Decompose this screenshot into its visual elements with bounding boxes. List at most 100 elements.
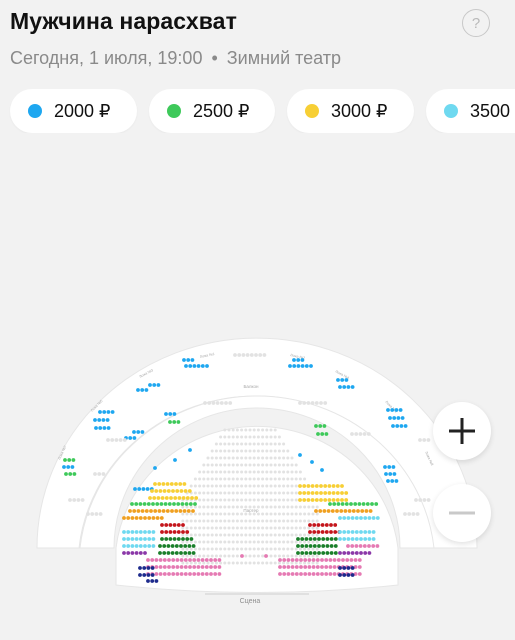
seat[interactable] [311,533,315,537]
seat[interactable] [188,364,193,368]
seat[interactable] [407,512,412,516]
seat[interactable] [398,408,403,412]
seat[interactable] [68,472,73,476]
seat[interactable] [240,463,244,467]
seat[interactable] [248,505,252,509]
seat[interactable] [329,544,334,548]
seat[interactable] [322,424,327,428]
seat[interactable] [304,537,309,541]
seat[interactable] [269,477,273,481]
seat[interactable] [342,537,347,541]
seat[interactable] [153,466,157,470]
seat[interactable] [102,426,107,430]
seat[interactable] [269,449,273,453]
seat[interactable] [252,526,256,530]
seat[interactable] [179,565,184,569]
seat[interactable] [354,537,359,541]
seat[interactable] [277,491,281,495]
seat[interactable] [209,565,213,569]
seat[interactable] [86,512,90,516]
seat[interactable] [214,456,218,460]
seat[interactable] [210,449,214,453]
seat[interactable] [350,544,355,548]
seat[interactable] [235,428,239,432]
seat[interactable] [323,491,328,495]
seat[interactable] [265,540,269,544]
seat[interactable] [269,456,273,460]
seat[interactable] [342,566,347,570]
seat[interactable] [188,565,192,569]
seat[interactable] [231,484,235,488]
seat[interactable] [227,505,231,509]
seat[interactable] [186,509,191,513]
seat[interactable] [261,428,265,432]
seat[interactable] [273,442,277,446]
seat[interactable] [240,519,244,523]
seat[interactable] [227,526,231,530]
seat[interactable] [240,470,244,474]
seat[interactable] [165,509,170,513]
seat[interactable] [206,463,210,467]
seat[interactable] [158,572,163,576]
seat[interactable] [422,498,427,502]
seat[interactable] [261,540,265,544]
seat[interactable] [256,484,260,488]
seat[interactable] [214,533,218,537]
seat[interactable] [304,364,309,368]
seat[interactable] [300,544,305,548]
seat[interactable] [327,498,332,502]
seat[interactable] [335,491,340,495]
seat[interactable] [298,547,302,551]
seat[interactable] [367,530,372,534]
seat[interactable] [350,573,355,577]
seat[interactable] [141,487,146,491]
seat[interactable] [388,416,392,420]
seat[interactable] [132,509,137,513]
seat[interactable] [231,533,235,537]
seat[interactable] [198,498,202,502]
seat[interactable] [206,477,210,481]
seat[interactable] [202,547,206,551]
seat[interactable] [181,530,185,534]
seat[interactable] [282,477,286,481]
seat[interactable] [142,502,147,506]
seat[interactable] [306,498,311,502]
seat[interactable] [315,547,319,551]
seat[interactable] [185,533,189,537]
seat[interactable] [158,551,162,555]
seat[interactable] [68,498,72,502]
seat[interactable] [277,477,281,481]
seat[interactable] [252,435,256,439]
seat[interactable] [244,477,248,481]
seat[interactable] [303,558,308,562]
seat[interactable] [294,491,298,495]
seat[interactable] [311,540,315,544]
seat[interactable] [185,540,189,544]
seat[interactable] [219,519,223,523]
seat[interactable] [278,558,282,562]
seat[interactable] [183,572,188,576]
seat[interactable] [206,540,210,544]
seat[interactable] [136,430,141,434]
seat[interactable] [296,358,301,362]
seat[interactable] [219,533,223,537]
seat[interactable] [227,547,231,551]
seat[interactable] [202,533,206,537]
seat[interactable] [164,537,169,541]
seat[interactable] [282,512,286,516]
seat[interactable] [240,491,244,495]
seat[interactable] [193,491,197,495]
seat[interactable] [158,489,163,493]
seat[interactable] [286,491,290,495]
seat[interactable] [252,512,256,516]
seat[interactable] [269,533,273,537]
seat[interactable] [309,364,313,368]
seat[interactable] [206,519,210,523]
seat[interactable] [324,572,329,576]
seat[interactable] [144,388,149,392]
seat[interactable] [101,418,106,422]
seat[interactable] [160,537,164,541]
seat[interactable] [93,418,97,422]
seat[interactable] [149,509,153,513]
seat[interactable] [292,364,297,368]
